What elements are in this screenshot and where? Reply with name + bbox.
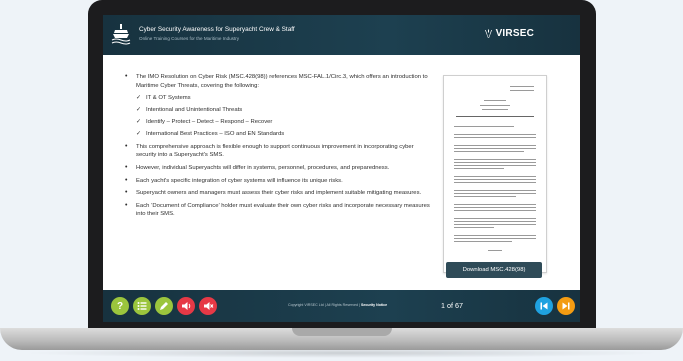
laptop-notch [292,328,392,336]
bullet-dot: • [125,73,128,80]
doc-text-line [454,193,536,195]
course-footer: ? Copyright VIRSEC Ltd | All Rights Rese… [103,290,580,322]
doc-text-line [488,250,502,252]
doc-text-line [454,227,494,229]
page-indicator: 1 of 67 [441,301,463,310]
skip-forward-icon [562,302,570,310]
doc-text-line [454,221,536,223]
bullet-dot: • [125,163,128,171]
virsec-shield-icon [484,29,492,38]
doc-text-line [454,218,536,220]
list-item: • Each yacht's specific integration of cy… [125,176,343,184]
doc-text-line [454,179,536,181]
doc-text-line [480,105,510,107]
skip-back-icon [540,302,548,310]
checklist-item: ✓ IT & OT Systems [136,95,191,102]
doc-text-line [454,145,536,147]
doc-text-line [454,159,536,161]
doc-text-line [456,116,534,118]
doc-text-line [454,168,504,170]
doc-text-line [454,165,536,167]
menu-button[interactable] [133,297,151,315]
check-icon: ✓ [136,107,142,114]
doc-text-line [454,196,516,198]
list-item: • This comprehensive approach is flexible… [125,142,414,159]
check-icon: ✓ [136,119,142,126]
course-screen: Cyber Security Awareness for Superyacht … [103,15,580,322]
course-subtitle: Online Training Courses for the Maritime… [139,36,240,41]
checklist: ✓ IT & OT Systems ✓ Intentional and Uninte… [136,94,435,139]
msc-document-preview[interactable] [443,75,547,273]
doc-text-line [454,207,536,209]
virsec-logo: VIRSEC [484,28,534,39]
bullet-dot: • [125,142,128,150]
speaker-icon [181,302,190,310]
doc-text-line [454,241,512,243]
doc-text-line [454,162,536,164]
doc-text-line [510,86,534,88]
doc-text-line [454,151,524,153]
doc-text-line [484,100,506,102]
intro-text: The IMO Resolution on Cyber Risk (MSC.42… [136,74,428,89]
page-of: of [447,301,453,310]
help-button[interactable]: ? [111,297,129,315]
doc-text-line [454,238,536,240]
notes-button[interactable] [155,297,173,315]
brand-name: VIRSEC [495,28,534,39]
course-header: Cyber Security Awareness for Superyacht … [103,15,580,55]
security-notice-link[interactable]: Security Notice [361,303,387,307]
doc-text-line [454,126,514,128]
audio-toggle-button[interactable] [199,297,217,315]
checklist-item: ✓ International Best Practices – ISO and … [136,131,285,138]
doc-text-line [454,190,536,192]
doc-text-line [454,210,536,212]
previous-slide-button[interactable] [535,297,553,315]
check-icon: ✓ [136,131,142,138]
checklist-item: ✓ Intentional and Unintentional Threats [136,107,243,114]
next-slide-button[interactable] [557,297,575,315]
check-icon: ✓ [136,95,142,102]
list-item: • However, individual Superyachts will di… [125,163,390,171]
doc-text-line [454,235,536,237]
bullet-dot: • [125,176,128,184]
doc-text-line [454,134,536,136]
speaker-mute-icon [203,302,213,310]
page-current: 1 [441,301,445,310]
doc-text-line [454,204,536,206]
audio-button[interactable] [177,297,195,315]
doc-text-line [454,148,536,150]
download-msc-button[interactable]: Download MSC.428(98) [446,262,542,278]
doc-text-line [510,90,534,92]
copyright-notice: Copyright VIRSEC Ltd | All Rights Reserv… [288,303,388,307]
doc-text-line [454,182,536,184]
doc-text-line [454,137,536,139]
course-title: Cyber Security Awareness for Superyacht … [139,26,295,33]
checklist-item: ✓ Identify – Protect – Detect – Respond –… [136,119,273,126]
bullet-dot: • [125,189,128,197]
slide-content: • The IMO Resolution on Cyber Risk (MSC.… [123,73,435,223]
doc-text-line [482,109,508,111]
superyacht-logo-icon [111,24,131,45]
doc-text-line [454,176,536,178]
bullet-dot: • [125,201,128,209]
list-item: • Superyacht owners and managers must ass… [125,189,422,197]
intro-bullet: • The IMO Resolution on Cyber Risk (MSC.… [123,73,435,90]
help-icon: ? [116,300,124,312]
doc-text-line [454,224,536,226]
page-total: 67 [455,301,463,310]
list-item: • Each ‘Document of Compliance’ holder mu… [125,201,430,218]
pencil-icon [160,302,168,310]
list-icon [137,302,147,310]
